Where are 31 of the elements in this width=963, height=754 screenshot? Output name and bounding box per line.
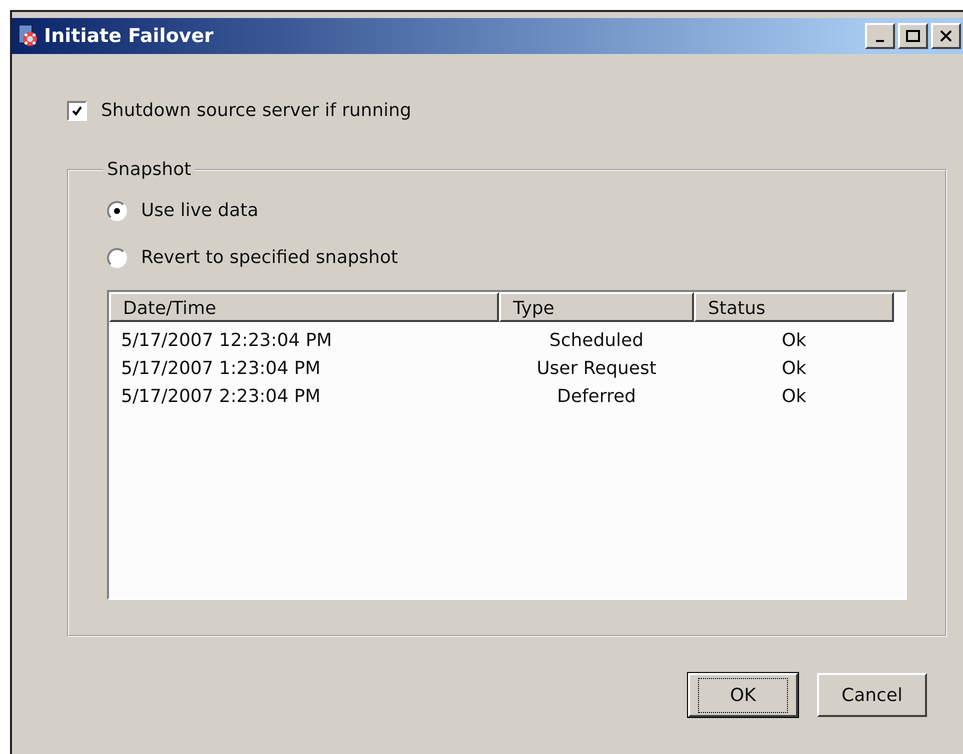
column-header[interactable]: Type <box>499 292 694 322</box>
radio-button[interactable] <box>107 200 127 220</box>
maximize-icon <box>906 30 920 42</box>
radio-label: Use live data <box>141 200 258 221</box>
table-cell-text: Ok <box>780 386 808 406</box>
table-cell-text: User Request <box>536 358 658 378</box>
close-button[interactable] <box>931 23 961 49</box>
table-cell-text: 5/17/2007 12:23:04 PM <box>120 330 333 350</box>
group-label: Snapshot <box>106 159 192 180</box>
maximize-button[interactable] <box>898 23 928 49</box>
radio-label: Revert to specified snapshot <box>141 247 398 268</box>
table-cell-text: Deferred <box>556 386 637 406</box>
lifebuoy-icon <box>18 25 38 47</box>
checkmark-icon <box>71 104 83 116</box>
shutdown-checkbox[interactable] <box>67 100 87 120</box>
column-header[interactable]: Status <box>694 292 894 322</box>
table-cell-text: Ok <box>780 358 808 378</box>
snapshot-list[interactable]: Date/Time Type Status 5/17/2007 12:23:04 PM Scheduled Ok 5/17/2007 1:23:04 PM User Request Ok 5/17/2007 2:23:04 PM Deferred Ok <box>107 290 907 600</box>
table-cell-text: Scheduled <box>548 330 645 350</box>
table-cell-text: 5/17/2007 1:23:04 PM <box>120 358 322 378</box>
close-icon <box>940 30 952 42</box>
table-cell-text: 5/17/2007 2:23:04 PM <box>120 386 322 406</box>
ok-button[interactable]: OK <box>688 673 798 717</box>
column-header[interactable]: Date/Time <box>109 292 499 322</box>
radio-button[interactable] <box>107 248 127 268</box>
minimize-icon <box>876 40 884 42</box>
table-cell-text: Ok <box>780 330 808 350</box>
window-title: Initiate Failover <box>44 25 215 47</box>
minimize-button[interactable] <box>865 23 895 49</box>
checkbox-label: Shutdown source server if running <box>101 100 412 121</box>
cancel-button[interactable]: Cancel <box>817 673 927 717</box>
